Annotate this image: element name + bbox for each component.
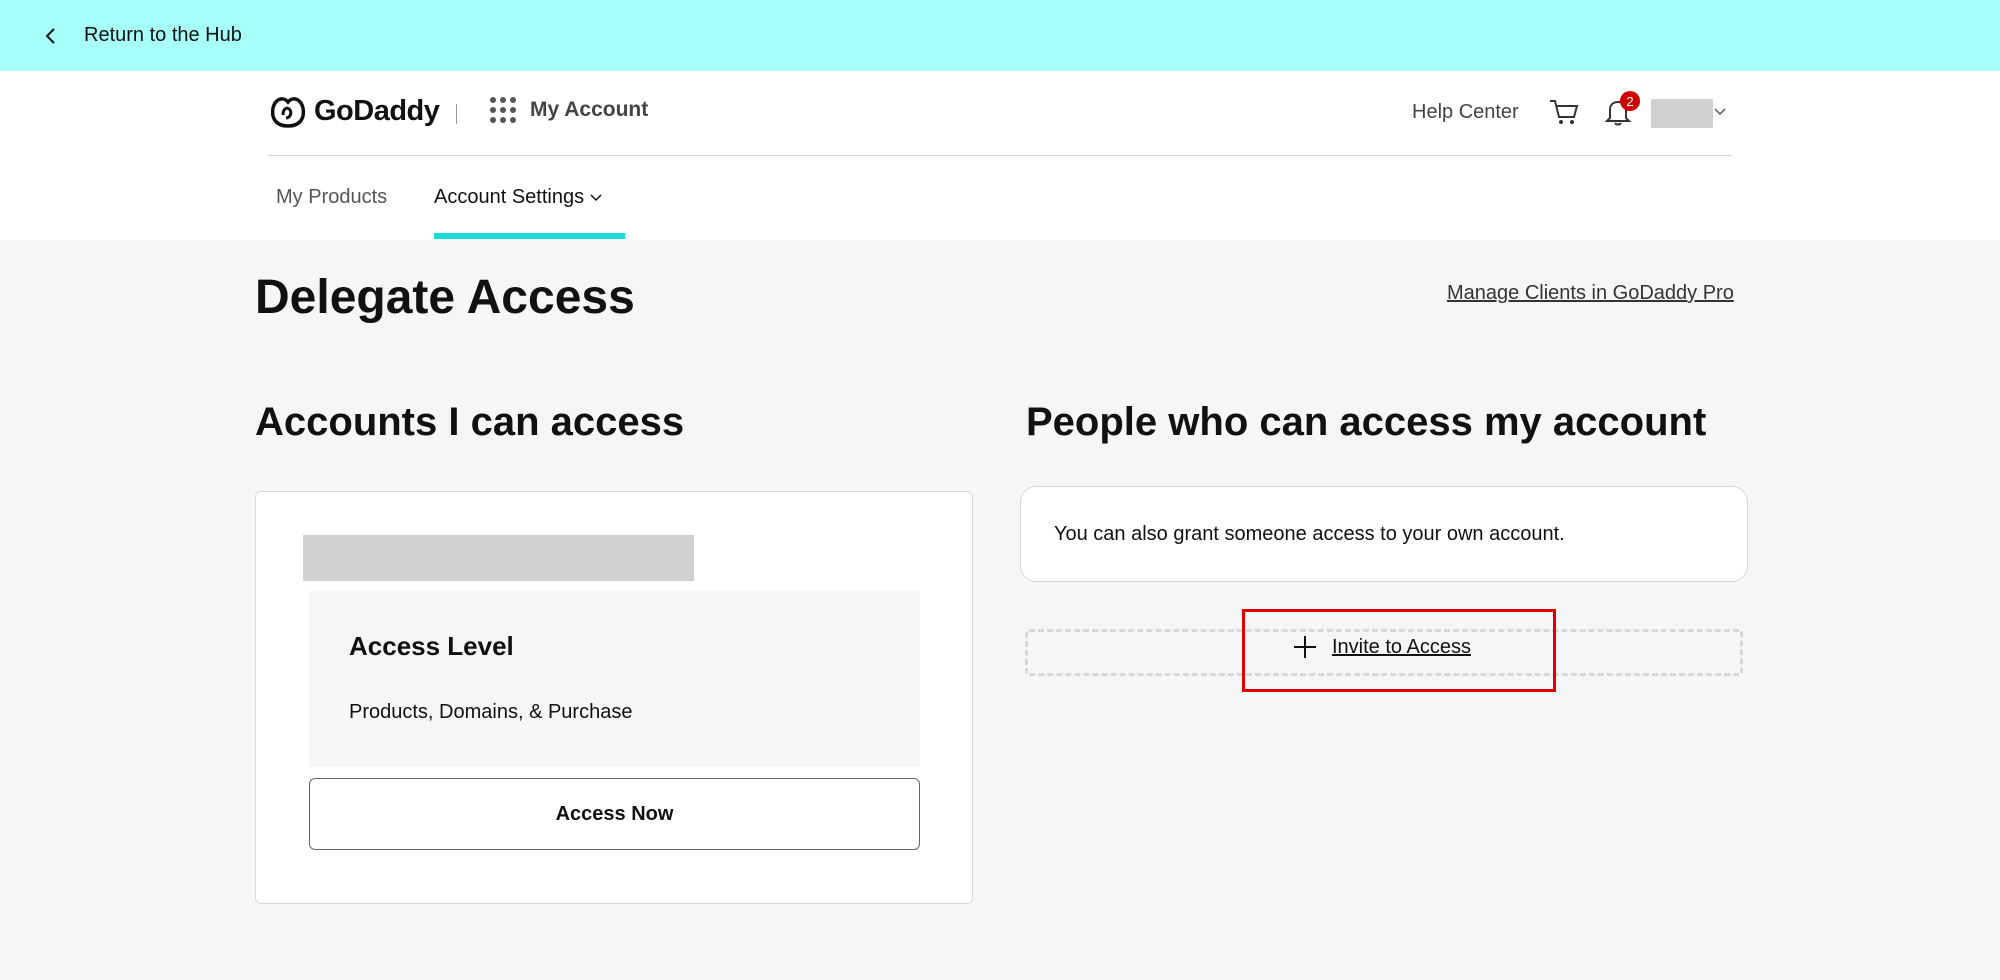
help-center-link[interactable]: Help Center	[1412, 101, 1519, 124]
access-now-button[interactable]: Access Now	[309, 778, 920, 850]
godaddy-logo[interactable]: GoDaddy	[268, 93, 440, 129]
my-account-menu[interactable]: My Account	[490, 97, 648, 123]
tab-account-settings[interactable]: Account Settings	[434, 186, 602, 209]
delegated-account-card: Access Level Products, Domains, & Purcha…	[255, 491, 973, 904]
access-level-panel: Access Level Products, Domains, & Purcha…	[309, 591, 920, 767]
my-account-label: My Account	[530, 98, 649, 121]
account-avatar-redacted[interactable]	[1651, 99, 1713, 128]
header-divider	[456, 104, 457, 124]
account-name-redacted	[303, 535, 694, 581]
chevron-down-icon[interactable]	[1714, 107, 1726, 117]
cart-icon[interactable]	[1548, 97, 1580, 127]
access-level-title: Access Level	[349, 631, 514, 661]
header-divider-line	[268, 155, 1731, 156]
tab-my-products[interactable]: My Products	[276, 186, 387, 209]
return-to-hub-link[interactable]: Return to the Hub	[42, 24, 242, 47]
site-header: GoDaddy My Account Help Center 2 My Prod…	[0, 71, 2000, 240]
hub-banner: Return to the Hub	[0, 0, 2000, 71]
grant-access-info-card: You can also grant someone access to you…	[1020, 486, 1748, 582]
manage-clients-link[interactable]: Manage Clients in GoDaddy Pro	[1447, 282, 1734, 305]
return-to-hub-label: Return to the Hub	[84, 24, 242, 46]
chevron-left-icon	[45, 27, 55, 44]
godaddy-logo-icon	[270, 97, 306, 128]
grant-access-info-text: You can also grant someone access to you…	[1054, 522, 1565, 545]
brand-name: GoDaddy	[314, 94, 440, 127]
invite-to-access-button[interactable]: Invite to Access	[1292, 634, 1471, 660]
apps-grid-icon	[490, 97, 516, 123]
tab-account-settings-label: Account Settings	[434, 186, 585, 208]
active-tab-indicator	[434, 233, 625, 239]
page-title: Delegate Access	[255, 271, 635, 324]
people-with-access-heading: People who can access my account	[1026, 400, 1707, 444]
plus-icon	[1294, 636, 1316, 658]
chevron-down-icon	[590, 193, 602, 201]
invite-to-access-label: Invite to Access	[1332, 635, 1471, 658]
accounts-i-can-access-heading: Accounts I can access	[255, 400, 685, 444]
access-level-value: Products, Domains, & Purchase	[349, 701, 633, 723]
notification-badge: 2	[1620, 91, 1640, 111]
